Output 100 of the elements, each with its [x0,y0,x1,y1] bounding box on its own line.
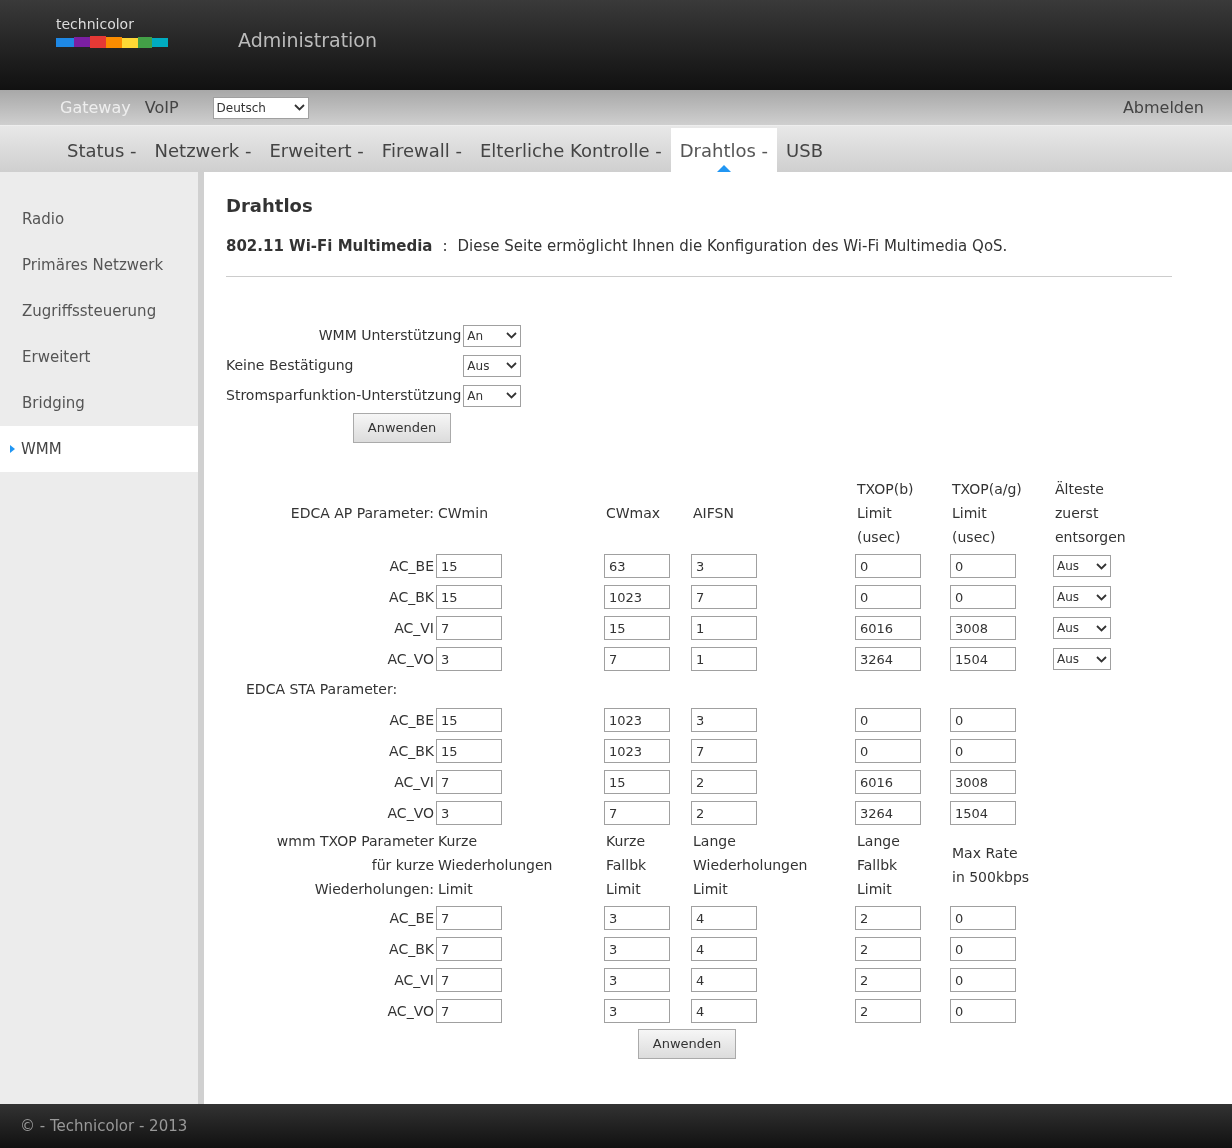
input-field[interactable]: 2 [691,770,757,794]
nav-tab[interactable]: Drahtlos - [670,128,778,172]
input-field[interactable]: 3 [436,647,502,671]
column-header: TXOP(a/g) Limit (usec) [951,479,1023,547]
input-field[interactable]: 3 [604,968,670,992]
input-field[interactable]: 2 [855,937,921,961]
input-field[interactable]: 15 [436,708,502,732]
input-field[interactable]: 3008 [950,616,1016,640]
column-header: AIFSN [692,503,735,523]
column-header: Max Rate in 500kbps [951,843,1031,887]
input-field[interactable]: 2 [855,906,921,930]
input-field[interactable]: 0 [855,739,921,763]
input-field[interactable]: 2 [691,801,757,825]
input-field[interactable]: 0 [950,968,1016,992]
dropdown[interactable]: Aus [1053,555,1111,577]
input-field[interactable]: 2 [855,999,921,1023]
nav-tab[interactable]: USB [777,128,832,172]
input-field[interactable]: 7 [691,585,757,609]
dropdown[interactable]: An [463,324,522,347]
setting-label: Stromsparfunktion-Unterstützung [226,385,462,405]
logout-link[interactable]: Abmelden [1122,95,1204,120]
input-field[interactable]: 3 [604,906,670,930]
input-field[interactable]: 0 [950,708,1016,732]
input-field[interactable]: 3 [604,937,670,961]
input-field[interactable]: 7 [436,968,502,992]
sidebar-item[interactable]: Zugriffssteuerung [0,288,198,334]
top-nav-link[interactable]: VoIP [144,95,179,120]
input-field[interactable]: 3 [691,708,757,732]
input-field[interactable]: 2 [855,968,921,992]
input-field[interactable]: 1 [691,647,757,671]
input-field[interactable]: 7 [691,739,757,763]
input-field[interactable]: 6016 [855,770,921,794]
input-field[interactable]: 3 [691,554,757,578]
dropdown[interactable]: Aus [1053,617,1111,639]
input-field[interactable]: 3008 [950,770,1016,794]
input-field[interactable]: 1023 [604,708,670,732]
input-field[interactable]: 0 [950,906,1016,930]
input-field[interactable]: 3264 [855,647,921,671]
app-title: Administration [238,28,378,53]
apply-button[interactable]: Anwenden [637,1028,737,1059]
input-field[interactable]: 7 [436,906,502,930]
input-field[interactable]: 6016 [855,616,921,640]
input-field[interactable]: 15 [604,616,670,640]
dropdown[interactable]: Aus [1053,648,1111,670]
input-field[interactable]: 4 [691,968,757,992]
column-header: CWmax [605,503,662,523]
dropdown[interactable]: Aus [463,354,522,377]
dropdown[interactable]: Aus [1053,586,1111,608]
intro-text: Diese Seite ermöglicht Ihnen die Konfiguration des Wi-Fi Multimedia QoS. [457,236,1008,257]
row-label: AC_VI [393,970,435,990]
input-field[interactable]: 0 [950,739,1016,763]
input-field[interactable]: 0 [950,937,1016,961]
nav-tab[interactable]: Status - [58,128,146,172]
input-field[interactable]: 0 [855,585,921,609]
input-field[interactable]: 4 [691,999,757,1023]
sidebar-item[interactable]: Bridging [0,380,198,426]
input-field[interactable]: 0 [855,708,921,732]
input-field[interactable]: 15 [604,770,670,794]
input-field[interactable]: 7 [436,616,502,640]
input-field[interactable]: 0 [855,554,921,578]
input-field[interactable]: 7 [436,937,502,961]
nav-tab[interactable]: Netzwerk - [145,128,261,172]
dropdown[interactable]: An [463,384,522,407]
sidebar-item[interactable]: Erweitert [0,334,198,380]
sidebar-item[interactable]: Radio [0,196,198,242]
input-field[interactable]: 1504 [950,647,1016,671]
dropdown[interactable]: Deutsch [212,96,309,119]
input-field[interactable]: 1504 [950,801,1016,825]
input-field[interactable]: 4 [691,937,757,961]
input-field[interactable]: 1 [691,616,757,640]
chevron-icon [1096,593,1107,601]
input-field[interactable]: 15 [436,739,502,763]
input-field[interactable]: 0 [950,585,1016,609]
setting-label: WMM Unterstützung [317,325,462,345]
input-field[interactable]: 15 [436,554,502,578]
apply-button[interactable]: Anwenden [352,412,452,443]
input-field[interactable]: 7 [436,770,502,794]
input-field[interactable]: 0 [950,554,1016,578]
input-field[interactable]: 3 [436,801,502,825]
input-field[interactable]: 3 [604,999,670,1023]
input-field[interactable]: 1023 [604,739,670,763]
input-field[interactable]: 4 [691,906,757,930]
input-field[interactable]: 63 [604,554,670,578]
input-field[interactable]: 0 [950,999,1016,1023]
nav-tab[interactable]: Firewall - [372,128,471,172]
input-field[interactable]: 7 [436,999,502,1023]
chevron-icon [506,362,518,369]
sidebar-item[interactable]: WMM [0,426,198,472]
row-label: AC_VI [393,618,435,638]
input-field[interactable]: 15 [436,585,502,609]
input-field[interactable]: 7 [604,801,670,825]
input-field[interactable]: 3264 [855,801,921,825]
input-field[interactable]: 1023 [604,585,670,609]
chevron-icon [506,332,518,339]
input-field[interactable]: 7 [604,647,670,671]
column-header: Lange Fallbk Limit [856,831,901,899]
sidebar-item[interactable]: Primäres Netzwerk [0,242,198,288]
nav-tab[interactable]: Elterliche Kontrolle - [470,128,671,172]
nav-tab[interactable]: Erweitert - [260,128,373,172]
row-label: AC_VO [386,803,435,823]
